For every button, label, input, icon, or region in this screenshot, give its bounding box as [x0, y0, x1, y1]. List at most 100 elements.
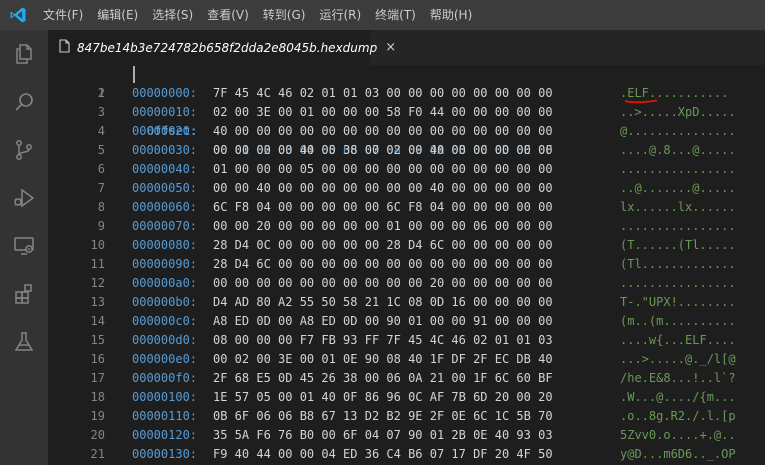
offset-value: 00000060: [132, 200, 198, 214]
ascii-text: (T......(Tl..... [620, 238, 736, 252]
hexdump-row: 20 00000120: 35 5A F6 76 B0 00 6F 04 07 90… [48, 426, 765, 445]
ascii-text: (Tl............. [620, 257, 736, 271]
hex-bytes: 08 00 00 00 F7 FB 93 FF 7F 45 4C 46 02 0… [213, 333, 553, 347]
hexdump-row: 15 000000d0: 08 00 00 00 F7 FB 93 FF 7F 45… [48, 331, 765, 350]
ascii-text: ..>.....XpD..... [620, 105, 736, 119]
hex-bytes: D4 AD 80 A2 55 50 58 21 1C 08 0D 16 00 0… [213, 295, 553, 309]
line-number: 17 [90, 371, 105, 385]
hexdump-row: 13 000000b0: D4 AD 80 A2 55 50 58 21 1C 08… [48, 293, 765, 312]
line-number: 14 [90, 314, 105, 328]
menu-bar: 文件(F) 编辑(E) 选择(S) 查看(V) 转到(G) 运行(R) 终端(T… [0, 0, 765, 30]
hex-bytes: 2F 68 E5 0D 45 26 38 00 06 0A 21 00 1F 6… [213, 371, 553, 385]
hex-bytes: 02 00 3E 00 01 00 00 00 58 F0 44 00 00 0… [213, 105, 553, 119]
hex-bytes: 01 00 00 00 05 00 00 00 00 00 00 00 00 0… [213, 162, 553, 176]
explorer-icon[interactable] [0, 30, 48, 78]
offset-value: 00000070: [132, 219, 198, 233]
menu-edit[interactable]: 编辑(E) [90, 0, 145, 30]
run-debug-icon[interactable] [0, 174, 48, 222]
hex-bytes: A8 ED 0D 00 A8 ED 0D 00 90 01 00 00 91 0… [213, 314, 553, 328]
hexdump-row: 9 00000070: 00 00 20 00 00 00 00 00 01 00 … [48, 217, 765, 236]
menu-selection[interactable]: 选择(S) [145, 0, 200, 30]
line-number: 6 [97, 162, 105, 176]
hexdump-row: 7 00000050: 00 00 40 00 00 00 00 00 00 00 … [48, 179, 765, 198]
hex-bytes: 0B 6F 06 06 B8 67 13 D2 B2 9E 2F 0E 6C 1… [213, 409, 553, 423]
offset-value: 00000010: [132, 105, 198, 119]
editor-tab[interactable]: 847be14b3e724782b658f2dda2e8045b.hexdump… [48, 30, 396, 65]
hex-bytes: 00 00 00 00 40 00 38 00 02 00 40 00 00 0… [213, 143, 553, 157]
line-number: 4 [97, 124, 105, 138]
menu-terminal[interactable]: 终端(T) [368, 0, 423, 30]
ascii-text: (m..(m.......... [620, 314, 736, 328]
offset-value: 000000b0: [132, 295, 198, 309]
ascii-text: /he.E&8...!..l`? [620, 371, 736, 385]
search-icon[interactable] [0, 78, 48, 126]
offset-value: 00000130: [132, 447, 198, 461]
text-cursor [133, 66, 135, 83]
ascii-text: ....@.8...@..... [620, 143, 736, 157]
line-number: 13 [90, 295, 105, 309]
menu-view[interactable]: 查看(V) [200, 0, 256, 30]
header-row: 1 Offset: 00 01 02 03 04 05 06 07 08 09 … [48, 65, 765, 157]
ascii-text: .o..8g.R2./.l.[p [620, 409, 736, 423]
source-control-icon[interactable] [0, 126, 48, 174]
hexdump-row: 17 000000f0: 2F 68 E5 0D 45 26 38 00 06 0A… [48, 369, 765, 388]
testing-icon[interactable] [0, 318, 48, 366]
menu-run[interactable]: 运行(R) [312, 0, 368, 30]
line-number: 15 [90, 333, 105, 347]
ascii-text: 5Zvv0.o....+.@.. [620, 428, 736, 442]
hexdump-row: 11 00000090: 28 D4 6C 00 00 00 00 00 00 00… [48, 255, 765, 274]
hexdump-row: 6 00000040: 01 00 00 00 05 00 00 00 00 00 … [48, 160, 765, 179]
line-number: 11 [90, 257, 105, 271]
offset-value: 00000120: [132, 428, 198, 442]
hexdump-editor[interactable]: 1 Offset: 00 01 02 03 04 05 06 07 08 09 … [48, 65, 765, 465]
hex-bytes: 35 5A F6 76 B0 00 6F 04 07 90 01 2B 0E 4… [213, 428, 553, 442]
ascii-text: ................ [620, 276, 736, 290]
line-number: 12 [90, 276, 105, 290]
offset-value: 00000100: [132, 390, 198, 404]
hex-bytes: 40 00 00 00 00 00 00 00 00 00 00 00 00 0… [213, 124, 553, 138]
close-icon[interactable]: × [385, 40, 396, 55]
hexdump-row: 10 00000080: 28 D4 0C 00 00 00 00 00 28 D4… [48, 236, 765, 255]
menu-help[interactable]: 帮助(H) [423, 0, 479, 30]
hex-bytes: 28 D4 0C 00 00 00 00 00 28 D4 6C 00 00 0… [213, 238, 553, 252]
hex-bytes: 00 00 20 00 00 00 00 00 01 00 00 00 06 0… [213, 219, 553, 233]
hexdump-row: 19 00000110: 0B 6F 06 06 B8 67 13 D2 B2 9E… [48, 407, 765, 426]
ascii-text: ..@.......@..... [620, 181, 736, 195]
tab-bar: 847be14b3e724782b658f2dda2e8045b.hexdump… [48, 30, 765, 65]
extensions-icon[interactable] [0, 270, 48, 318]
menu-file[interactable]: 文件(F) [36, 0, 90, 30]
line-number: 18 [90, 390, 105, 404]
line-number: 9 [97, 219, 105, 233]
offset-value: 00000110: [132, 409, 198, 423]
line-number: 3 [97, 105, 105, 119]
line-number: 7 [97, 181, 105, 195]
line-number: 8 [97, 200, 105, 214]
offset-value: 000000a0: [132, 276, 198, 290]
ascii-text: @............... [620, 124, 736, 138]
ascii-text: ....w{...ELF.... [620, 333, 736, 347]
ascii-text: ................ [620, 219, 736, 233]
offset-value: 00000090: [132, 257, 198, 271]
hex-bytes: 00 00 00 00 00 00 00 00 00 00 20 00 00 0… [213, 276, 553, 290]
hexdump-row: 12 000000a0: 00 00 00 00 00 00 00 00 00 00… [48, 274, 765, 293]
line-number: 19 [90, 409, 105, 423]
hexdump-row: 16 000000e0: 00 02 00 3E 00 01 0E 90 08 40… [48, 350, 765, 369]
hexdump-row: 8 00000060: 6C F8 04 00 00 00 00 00 6C F8 … [48, 198, 765, 217]
hexdump-row: 21 00000130: F9 40 44 00 00 04 ED 36 C4 B6… [48, 445, 765, 464]
hex-bytes: 00 00 40 00 00 00 00 00 00 00 40 00 00 0… [213, 181, 553, 195]
activity-bar [0, 30, 48, 465]
ascii-text: .W...@..../{m... [620, 390, 736, 404]
hex-bytes: 00 02 00 3E 00 01 0E 90 08 40 1F DF 2F E… [213, 352, 553, 366]
hexdump-row: 3 00000010: 02 00 3E 00 01 00 00 00 58 F0 … [48, 103, 765, 122]
offset-value: 00000040: [132, 162, 198, 176]
line-number: 10 [90, 238, 105, 252]
remote-explorer-icon[interactable] [0, 222, 48, 270]
hexdump-row: 14 000000c0: A8 ED 0D 00 A8 ED 0D 00 90 01… [48, 312, 765, 331]
ascii-text: T-."UPX!........ [620, 295, 736, 309]
offset-value: 000000f0: [132, 371, 198, 385]
line-number: 16 [90, 352, 105, 366]
hex-bytes: F9 40 44 00 00 04 ED 36 C4 B6 07 17 DF 2… [213, 447, 553, 461]
menu-go[interactable]: 转到(G) [256, 0, 313, 30]
hexdump-row: 4 00000020: 40 00 00 00 00 00 00 00 00 00 … [48, 122, 765, 141]
hexdump-row: 5 00000030: 00 00 00 00 40 00 38 00 02 00 … [48, 141, 765, 160]
